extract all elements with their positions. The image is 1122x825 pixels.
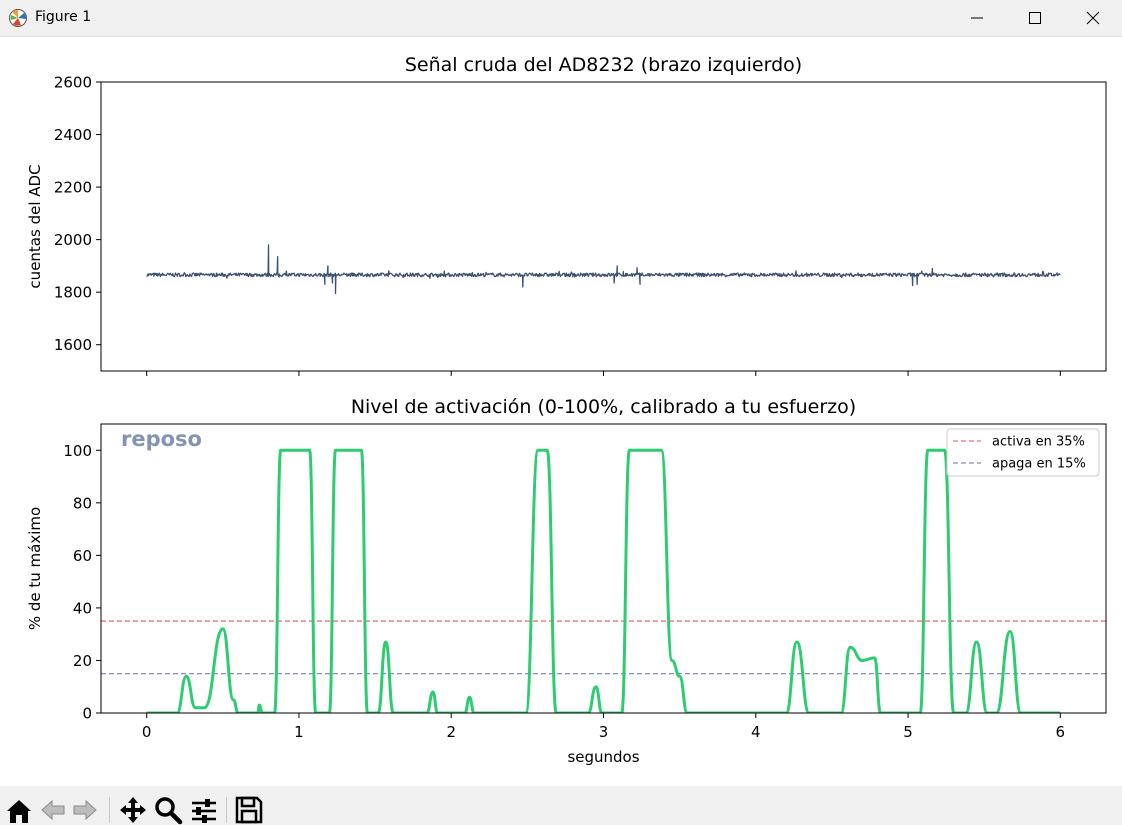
minimize-button[interactable]	[948, 0, 1006, 36]
signal-line	[146, 244, 1061, 295]
axes-frame	[100, 81, 1107, 372]
forward-arrow-icon	[73, 799, 97, 821]
chart-title: Señal cruda del AD8232 (brazo izquierdo)	[405, 54, 802, 76]
save-button[interactable]	[234, 795, 264, 825]
minimize-icon	[971, 17, 983, 19]
home-icon	[7, 800, 31, 823]
y-tick-label: 2200	[54, 179, 92, 197]
maximize-button[interactable]	[1006, 0, 1064, 36]
y-tick-label: 80	[73, 494, 92, 512]
plot-area	[101, 448, 1106, 713]
maximize-icon	[1029, 12, 1041, 24]
zoom-icon	[155, 797, 183, 825]
matplotlib-logo-icon	[9, 9, 27, 27]
x-tick-label: 0	[142, 723, 152, 741]
configure-subplots-button[interactable]	[189, 795, 219, 825]
x-tick-label: 2	[446, 723, 456, 741]
pan-icon	[120, 797, 146, 823]
y-tick-label: 2000	[54, 231, 92, 249]
chart-title: Nivel de activación (0-100%, calibrado a…	[351, 396, 856, 418]
y-tick-label: 1800	[54, 284, 92, 302]
back-arrow-icon	[41, 799, 65, 821]
pan-button[interactable]	[118, 795, 148, 825]
toolbar-separator	[226, 797, 227, 823]
y-tick-label: 2600	[54, 74, 92, 92]
y-tick-label: 100	[63, 442, 92, 460]
x-tick-label: 1	[294, 723, 304, 741]
x-tick-label: 3	[599, 723, 609, 741]
close-button[interactable]	[1064, 0, 1122, 36]
y-tick-label: 1600	[54, 336, 92, 354]
legend-label: activa en 35%	[992, 435, 1085, 450]
legend: activa en 35% apaga en 15%	[946, 428, 1100, 477]
activation-line	[146, 448, 1061, 713]
x-tick-label: 6	[1056, 723, 1066, 741]
y-axis-label: cuentas del ADC	[26, 164, 44, 288]
zoom-button[interactable]	[153, 795, 183, 825]
back-button[interactable]	[38, 795, 68, 825]
forward-button[interactable]	[70, 795, 100, 825]
home-button[interactable]	[4, 795, 34, 825]
save-icon	[235, 796, 263, 824]
configure-subplots-icon	[192, 799, 216, 823]
y-tick-label: 0	[82, 705, 92, 723]
y-tick-label: 60	[73, 547, 92, 565]
close-icon	[1086, 11, 1100, 25]
window-titlebar: Figure 1	[0, 0, 1122, 37]
y-tick-label: 2400	[54, 126, 92, 144]
window-title: Figure 1	[35, 9, 92, 25]
y-axis-label: % de tu máximo	[26, 507, 44, 630]
legend-label: apaga en 15%	[992, 457, 1086, 472]
plot-area	[146, 244, 1061, 295]
x-tick-label: 4	[751, 723, 761, 741]
x-axis-label: segundos	[567, 748, 639, 766]
toolbar-separator	[109, 797, 110, 823]
x-tick-label: 5	[903, 723, 913, 741]
y-tick-label: 20	[73, 652, 92, 670]
figure-canvas: Señal cruda del AD8232 (brazo izquierdo)…	[26, 54, 1107, 766]
state-annotation: reposo	[121, 427, 202, 451]
y-tick-label: 40	[73, 599, 92, 617]
